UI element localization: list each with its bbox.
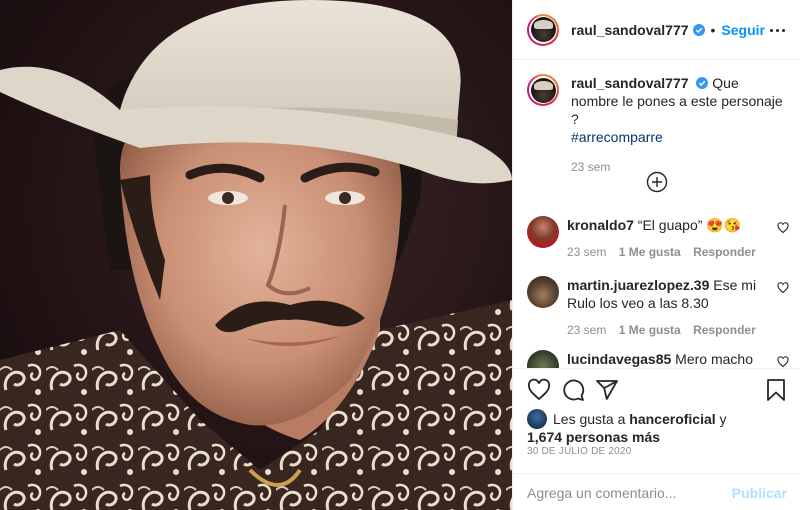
post-comment-button[interactable]: Publicar <box>732 485 787 501</box>
comment-text: lucindavegas85 Mero macho <box>567 350 763 368</box>
likes-joiner: y <box>719 411 727 427</box>
comment-heart-icon[interactable] <box>777 356 789 368</box>
reply-button[interactable]: Responder <box>693 245 756 259</box>
share-icon[interactable] <box>595 378 619 402</box>
caption: raul_sandoval777 Que nombre le pones a e… <box>527 74 787 174</box>
post-date[interactable]: 30 DE JULIO DE 2020 <box>527 446 631 457</box>
verified-badge-icon <box>692 23 705 36</box>
comment-item: lucindavegas85 Mero macho <box>527 350 789 369</box>
caption-avatar[interactable] <box>527 74 559 106</box>
post-photo[interactable] <box>0 0 512 510</box>
caption-text: raul_sandoval777 Que nombre le pones a e… <box>571 74 787 146</box>
liker-avatar[interactable] <box>527 409 547 429</box>
instagram-post: raul_sandoval777 • Seguir raul_sandoval7… <box>0 0 800 510</box>
comment-username[interactable]: lucindavegas85 <box>567 351 671 367</box>
comment-avatar[interactable] <box>527 276 559 308</box>
comment-time[interactable]: 23 sem <box>567 323 606 337</box>
header-username[interactable]: raul_sandoval777 <box>571 22 689 38</box>
comment-avatar[interactable] <box>527 350 559 369</box>
verified-badge-icon <box>696 77 709 89</box>
bookmark-icon[interactable] <box>765 378 787 402</box>
comment-item: martin.juarezlopez.39 Ese mi Rulo los ve… <box>527 276 789 337</box>
comment-composer: Publicar <box>513 473 800 510</box>
post-header: raul_sandoval777 • Seguir <box>513 0 800 60</box>
liker-username[interactable]: hanceroficial <box>629 411 715 427</box>
comments-section[interactable]: raul_sandoval777 Que nombre le pones a e… <box>513 60 800 369</box>
comment-body: Mero macho <box>675 351 753 367</box>
comment-username[interactable]: martin.juarezlopez.39 <box>567 277 709 293</box>
comment-time[interactable]: 23 sem <box>567 245 606 259</box>
likes-summary: Les gusta a hanceroficial y 1,674 person… <box>527 409 727 446</box>
caption-time[interactable]: 23 sem <box>571 160 787 174</box>
comment-meta: 23 sem 1 Me gusta Responder <box>567 323 789 337</box>
separator: • <box>710 21 716 38</box>
comment-likes[interactable]: 1 Me gusta <box>619 245 681 259</box>
likes-prefix: Les gusta a <box>553 411 626 427</box>
comment-avatar[interactable] <box>527 216 559 248</box>
comment-item: kronaldo7 “El guapo” 😍😘 23 sem 1 Me gust… <box>527 216 789 259</box>
comment-body: “El guapo” 😍😘 <box>637 217 742 233</box>
action-icons <box>527 378 787 404</box>
likes-count[interactable]: 1,674 personas más <box>527 429 660 445</box>
comment-username[interactable]: kronaldo7 <box>567 217 634 233</box>
comment-input[interactable] <box>527 484 732 501</box>
caption-username[interactable]: raul_sandoval777 <box>571 75 689 91</box>
comment-text: kronaldo7 “El guapo” 😍😘 <box>567 216 763 234</box>
post-side-panel: raul_sandoval777 • Seguir raul_sandoval7… <box>512 0 800 510</box>
comment-icon[interactable] <box>561 378 585 402</box>
post-actions: Les gusta a hanceroficial y 1,674 person… <box>513 368 800 510</box>
plus-circle-icon[interactable] <box>646 171 668 193</box>
reply-button[interactable]: Responder <box>693 323 756 337</box>
portrait-illustration <box>0 0 512 510</box>
more-options-icon[interactable] <box>767 22 787 38</box>
comment-text: martin.juarezlopez.39 Ese mi Rulo los ve… <box>567 276 763 312</box>
comment-heart-icon[interactable] <box>777 222 789 234</box>
comment-meta: 23 sem 1 Me gusta Responder <box>567 245 789 259</box>
comment-heart-icon[interactable] <box>777 282 789 294</box>
avatar[interactable] <box>527 13 559 46</box>
heart-icon[interactable] <box>527 378 551 402</box>
caption-hashtag[interactable]: #arrecomparre <box>571 129 663 145</box>
comment-likes[interactable]: 1 Me gusta <box>619 323 681 337</box>
follow-button[interactable]: Seguir <box>721 22 765 38</box>
